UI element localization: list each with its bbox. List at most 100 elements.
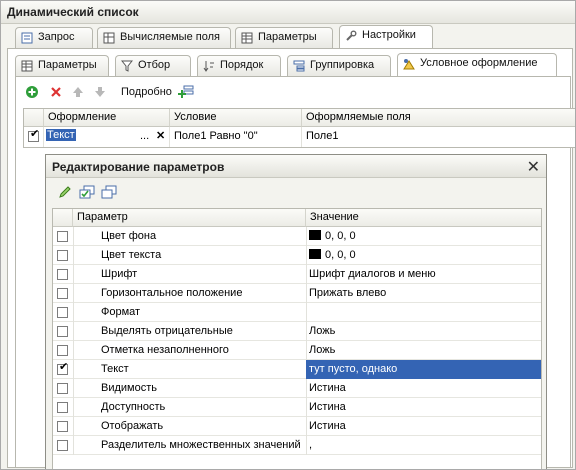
delete-icon xyxy=(51,87,61,97)
condition-cell[interactable]: Поле1 Равно "0" xyxy=(170,127,302,147)
tab-label: Порядок xyxy=(220,59,264,71)
tab-filter[interactable]: Отбор xyxy=(115,55,191,76)
parameter-row[interactable]: Отметка незаполненного Ложь xyxy=(53,341,541,360)
settings-icon xyxy=(346,30,357,41)
parameter-value[interactable]: 0, 0, 0 xyxy=(309,230,356,242)
tab-label: Запрос xyxy=(38,31,75,43)
parameter-row[interactable]: Отображать Истина xyxy=(53,417,541,436)
calc-fields-icon xyxy=(103,32,115,44)
tab-label: Параметры xyxy=(258,31,317,43)
tab-conditional-format[interactable]: Условное оформление xyxy=(397,53,557,77)
parameter-row[interactable]: Цвет фона 0, 0, 0 xyxy=(53,227,541,246)
window-titlebar: Динамический список xyxy=(1,1,575,24)
parameter-value[interactable]: Истина xyxy=(309,420,346,432)
add-button[interactable] xyxy=(23,83,41,101)
parameter-row[interactable]: Выделять отрицательные Ложь xyxy=(53,322,541,341)
uncheck-all-button[interactable] xyxy=(100,183,118,201)
parameter-value[interactable]: Шрифт диалогов и меню xyxy=(309,268,436,280)
parameter-value[interactable]: Истина xyxy=(309,401,346,413)
tab-grouping[interactable]: Группировка xyxy=(287,55,391,76)
column-header-fields[interactable]: Оформляемые поля xyxy=(302,109,575,127)
parameter-checkbox[interactable] xyxy=(57,326,68,337)
parameter-row[interactable]: Видимость Истина xyxy=(53,379,541,398)
move-up-button[interactable] xyxy=(69,83,87,101)
conditional-format-icon xyxy=(403,59,415,70)
parameter-checkbox[interactable] xyxy=(57,383,68,394)
arrow-down-icon xyxy=(95,87,105,97)
tab-label: Группировка xyxy=(310,59,375,71)
tab-query[interactable]: Запрос xyxy=(15,27,93,48)
details-button[interactable]: Подробно xyxy=(121,86,172,98)
parameter-row[interactable]: Цвет текста 0, 0, 0 xyxy=(53,246,541,265)
edit-button[interactable] xyxy=(56,183,74,201)
tab-settings[interactable]: Настройки xyxy=(339,25,433,49)
dialog-title: Редактирование параметров xyxy=(52,160,225,174)
parameter-checkbox[interactable] xyxy=(57,269,68,280)
parameter-checkbox[interactable] xyxy=(57,421,68,432)
parameter-row[interactable]: Разделитель множественных значений , xyxy=(53,436,541,455)
parameter-row[interactable]: Формат xyxy=(53,303,541,322)
fields-cell[interactable]: Поле1 xyxy=(302,127,575,147)
parameter-name: Доступность xyxy=(101,401,166,413)
parameter-name: Выделять отрицательные xyxy=(101,325,233,337)
parameter-checkbox[interactable] xyxy=(57,402,68,413)
parameters-table: Параметр Значение Цвет фона 0, 0, 0 Цвет… xyxy=(52,208,542,469)
window-title: Динамический список xyxy=(7,5,139,19)
filter-icon xyxy=(121,60,133,72)
parameter-checkbox[interactable] xyxy=(57,231,68,242)
column-header-format[interactable]: Оформление xyxy=(44,109,170,127)
check-all-icon xyxy=(79,185,95,199)
parameter-checkbox[interactable] xyxy=(57,345,68,356)
delete-button[interactable] xyxy=(47,83,65,101)
tab-params[interactable]: Параметры xyxy=(235,27,333,48)
parameter-row[interactable]: Горизонтальное положение Прижать влево xyxy=(53,284,541,303)
column-header-value[interactable]: Значение xyxy=(306,209,541,227)
order-icon xyxy=(203,61,214,72)
params-icon xyxy=(21,60,33,72)
parameter-checkbox[interactable] xyxy=(57,288,68,299)
parameter-value[interactable]: 0, 0, 0 xyxy=(309,249,356,261)
add-grouping-button[interactable] xyxy=(177,83,195,101)
move-down-button[interactable] xyxy=(91,83,109,101)
tab-params-sub[interactable]: Параметры xyxy=(15,55,109,76)
pencil-icon xyxy=(59,186,71,198)
check-all-button[interactable] xyxy=(78,183,96,201)
format-cell[interactable]: Текст ... ✕ xyxy=(44,127,170,147)
dialog-toolbar xyxy=(54,183,254,203)
parameter-value[interactable]: Ложь xyxy=(309,325,335,337)
parameter-value[interactable]: Прижать влево xyxy=(309,287,386,299)
row-enabled-checkbox[interactable]: ✔ xyxy=(28,129,39,142)
ellipsis-button[interactable]: ... xyxy=(140,130,149,142)
column-header-parameter[interactable]: Параметр xyxy=(73,209,306,227)
parameter-name: Отметка незаполненного xyxy=(101,344,229,356)
close-icon[interactable]: ✕ xyxy=(527,157,540,177)
parameter-name: Формат xyxy=(101,306,141,318)
parameter-checkbox[interactable] xyxy=(57,250,68,261)
parameter-value[interactable]: Истина xyxy=(309,382,346,394)
edit-parameters-dialog: Редактирование параметров ✕ Параметр Зна… xyxy=(45,154,547,469)
checkbox-column-header xyxy=(53,209,73,227)
tab-order[interactable]: Порядок xyxy=(197,55,281,76)
parameter-name: Отображать xyxy=(101,420,164,432)
parameter-checkbox[interactable] xyxy=(57,440,68,451)
query-icon xyxy=(21,32,33,44)
parameter-row[interactable]: Шрифт Шрифт диалогов и меню xyxy=(53,265,541,284)
parameter-row[interactable]: Доступность Истина xyxy=(53,398,541,417)
row-checkbox-cell: ✔ xyxy=(24,127,44,147)
parameter-value[interactable]: Ложь xyxy=(309,344,335,356)
column-header-condition[interactable]: Условие xyxy=(170,109,302,127)
tab-label: Вычисляемые поля xyxy=(120,31,220,43)
parameter-checkbox[interactable]: ✔ xyxy=(57,362,68,375)
tab-calc-fields[interactable]: Вычисляемые поля xyxy=(97,27,231,48)
parameter-name: Горизонтальное положение xyxy=(101,287,243,299)
add-field-icon xyxy=(178,85,194,98)
clear-button[interactable]: ✕ xyxy=(156,129,165,142)
parameter-value[interactable]: , xyxy=(309,439,312,451)
parameter-checkbox[interactable] xyxy=(57,307,68,318)
parameter-name: Шрифт xyxy=(101,268,138,280)
checkbox-column-header xyxy=(24,109,44,127)
tab-label: Условное оформление xyxy=(420,57,538,69)
parameter-row-selected[interactable]: ✔ Текст тут пусто, однако xyxy=(53,360,541,379)
parameter-value[interactable]: тут пусто, однако xyxy=(309,363,397,375)
settings-tabs: Параметры Отбор Порядок Группировка Усло… xyxy=(11,53,571,77)
